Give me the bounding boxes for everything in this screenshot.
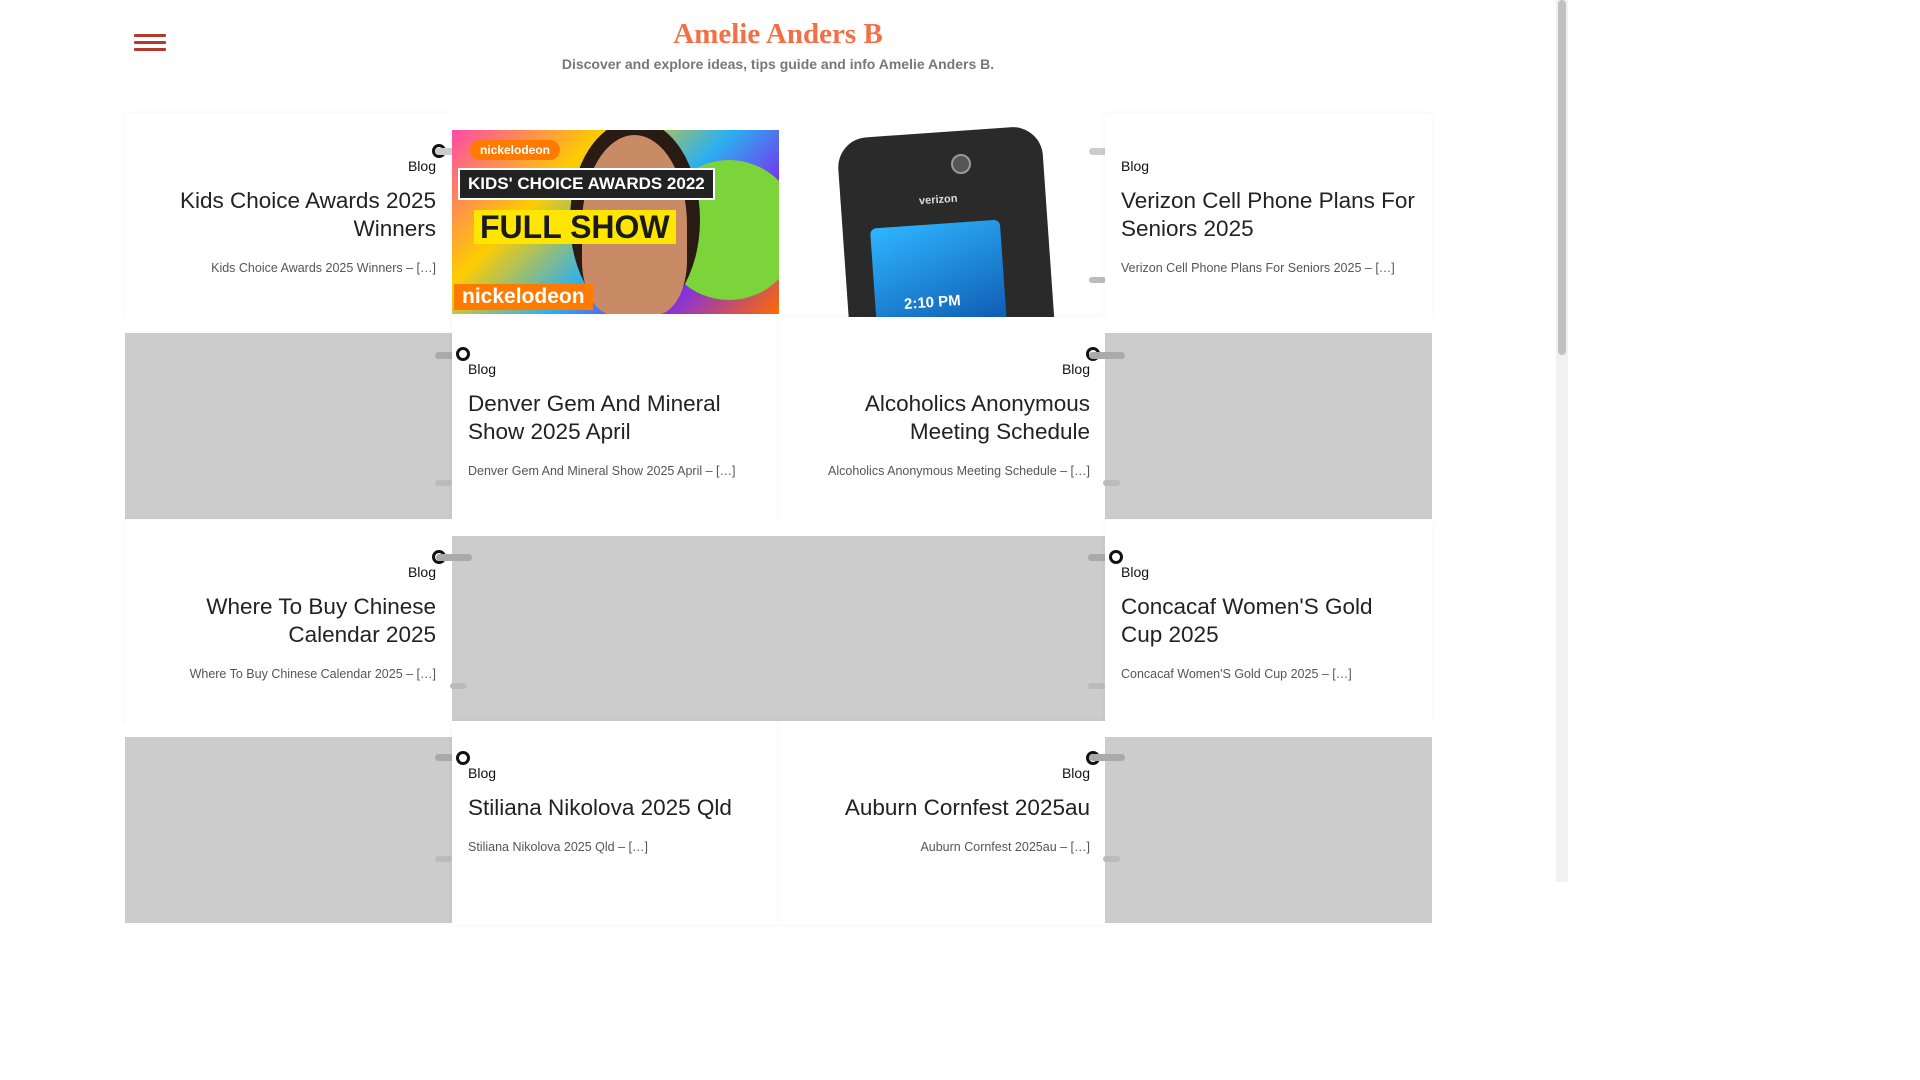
post-title[interactable]: Where To Buy Chinese Calendar 2025	[141, 593, 436, 649]
post-excerpt: Denver Gem And Mineral Show 2025 April –…	[468, 464, 736, 478]
decor-dot	[1109, 550, 1123, 564]
post-title[interactable]: Alcoholics Anonymous Meeting Schedule	[795, 390, 1090, 446]
decor-pill	[1103, 480, 1120, 486]
site-header: Amelie Anders B Discover and explore ide…	[0, 14, 1556, 72]
nickelodeon-badge-bottom: nickelodeon	[454, 284, 593, 310]
decor-pill	[1088, 683, 1105, 689]
kids-choice-awards-thumbnail[interactable]: nickelodeon KIDS' CHOICE AWARDS 2022 FUL…	[452, 130, 779, 314]
page-scrollbar[interactable]	[1556, 0, 1568, 882]
thumbnail-placeholder[interactable]	[452, 536, 1106, 722]
post-title[interactable]: Verizon Cell Phone Plans For Seniors 202…	[1121, 187, 1416, 243]
post-excerpt: Auburn Cornfest 2025au – […]	[920, 840, 1090, 854]
post-category[interactable]: Blog	[408, 158, 436, 174]
post-row: Blog Denver Gem And Mineral Show 2025 Ap…	[125, 317, 1432, 520]
thumbnail-placeholder[interactable]	[125, 737, 452, 923]
decor-pill	[436, 554, 472, 561]
post-category[interactable]: Blog	[408, 564, 436, 580]
post-thumbnail[interactable]	[1089, 721, 1432, 924]
post-category[interactable]: Blog	[1062, 361, 1090, 377]
thumbnail-placeholder[interactable]	[1105, 333, 1432, 519]
decor-pill	[1089, 754, 1125, 761]
post-thumbnail[interactable]	[1089, 317, 1432, 520]
post-excerpt: Where To Buy Chinese Calendar 2025 – […]	[189, 667, 436, 681]
post-title[interactable]: Auburn Cornfest 2025au	[795, 794, 1090, 822]
post-thumbnail[interactable]	[125, 317, 471, 520]
post-thumbnail[interactable]: nickelodeon KIDS' CHOICE AWARDS 2022 FUL…	[452, 114, 779, 317]
post-card[interactable]: Blog Alcoholics Anonymous Meeting Schedu…	[779, 317, 1106, 520]
post-category[interactable]: Blog	[468, 361, 496, 377]
post-row: Blog Where To Buy Chinese Calendar 2025 …	[125, 520, 1432, 723]
post-excerpt: Verizon Cell Phone Plans For Seniors 202…	[1121, 261, 1395, 275]
post-row: Blog Kids Choice Awards 2025 Winners Kid…	[125, 114, 1432, 317]
post-thumbnail[interactable]: verizon 2:10 PM	[779, 114, 1125, 317]
decor-dot	[456, 751, 470, 765]
post-excerpt: Alcoholics Anonymous Meeting Schedule – …	[828, 464, 1090, 478]
post-category[interactable]: Blog	[1121, 564, 1149, 580]
post-card[interactable]: Blog Denver Gem And Mineral Show 2025 Ap…	[452, 317, 779, 520]
post-title[interactable]: Concacaf Women'S Gold Cup 2025	[1121, 593, 1416, 649]
decor-dot	[456, 347, 470, 361]
full-show-text: FULL SHOW	[474, 210, 676, 244]
decor-pill	[450, 683, 467, 689]
post-excerpt: Concacaf Women'S Gold Cup 2025 – […]	[1121, 667, 1352, 681]
scrollbar-thumb[interactable]	[1558, 0, 1566, 355]
decor-pill	[435, 856, 452, 862]
post-title[interactable]: Kids Choice Awards 2025 Winners	[141, 187, 436, 243]
post-title[interactable]: Stiliana Nikolova 2025 Qld	[468, 794, 763, 822]
decor-pill	[435, 480, 452, 486]
post-excerpt: Stiliana Nikolova 2025 Qld – […]	[468, 840, 648, 854]
verizon-phone-thumbnail[interactable]: verizon 2:10 PM	[779, 114, 1106, 317]
thumbnail-placeholder[interactable]	[125, 333, 452, 519]
post-category[interactable]: Blog	[1062, 765, 1090, 781]
post-category[interactable]: Blog	[468, 765, 496, 781]
post-category[interactable]: Blog	[1121, 158, 1149, 174]
decor-pill	[1089, 352, 1125, 359]
post-title[interactable]: Denver Gem And Mineral Show 2025 April	[468, 390, 763, 446]
site-title[interactable]: Amelie Anders B	[673, 14, 882, 54]
nickelodeon-badge-top: nickelodeon	[470, 140, 561, 160]
post-card[interactable]: Blog Where To Buy Chinese Calendar 2025 …	[125, 520, 452, 723]
post-card[interactable]: Blog Auburn Cornfest 2025au Auburn Cornf…	[779, 721, 1106, 924]
post-card[interactable]: Blog Stiliana Nikolova 2025 Qld Stiliana…	[452, 721, 779, 924]
site-description: Discover and explore ideas, tips guide a…	[561, 56, 995, 72]
post-thumbnail[interactable]	[436, 520, 1124, 723]
post-row: Blog Stiliana Nikolova 2025 Qld Stiliana…	[125, 721, 1432, 924]
post-card[interactable]: Blog Concacaf Women'S Gold Cup 2025 Conc…	[1105, 520, 1432, 723]
kca-title-text: KIDS' CHOICE AWARDS 2022	[458, 168, 715, 200]
thumbnail-placeholder[interactable]	[1105, 737, 1432, 923]
post-card[interactable]: Blog Kids Choice Awards 2025 Winners Kid…	[125, 114, 471, 317]
post-card[interactable]: Blog Verizon Cell Phone Plans For Senior…	[1105, 114, 1432, 317]
decor-pill	[1103, 856, 1120, 862]
phone-camera	[951, 154, 971, 174]
decor-pill	[1089, 277, 1106, 283]
post-excerpt: Kids Choice Awards 2025 Winners – […]	[211, 261, 436, 275]
post-thumbnail[interactable]	[125, 721, 471, 924]
